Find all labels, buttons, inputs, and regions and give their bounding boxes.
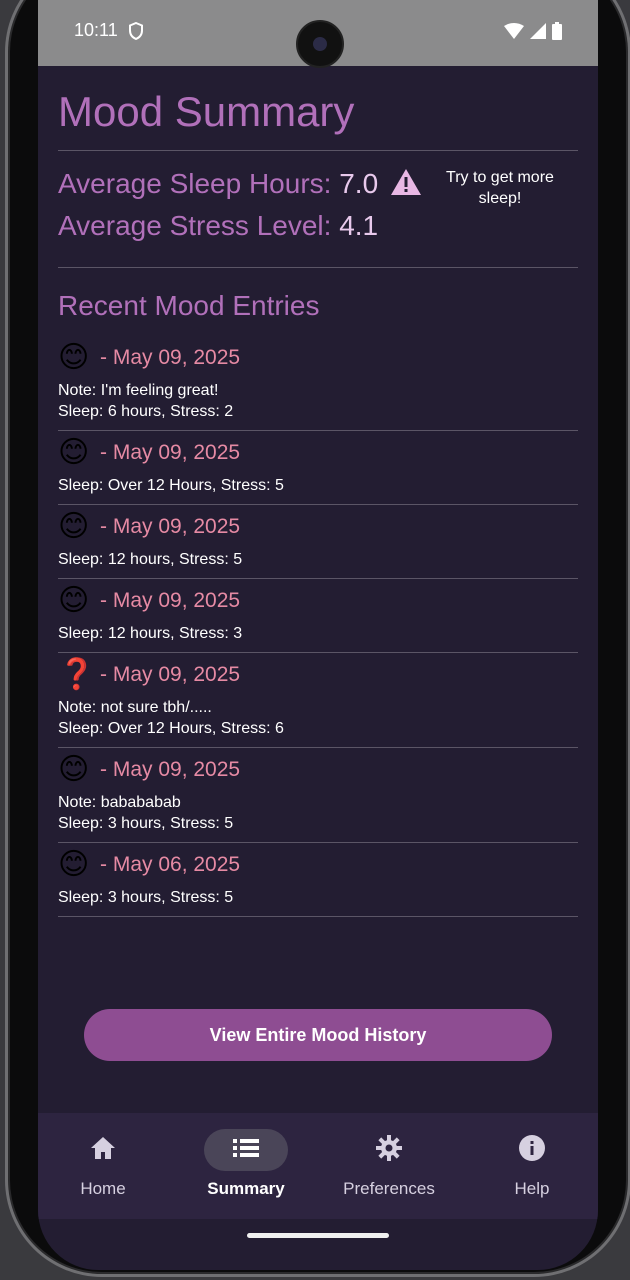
entry-date: - May 09, 2025 (100, 758, 241, 781)
avg-stress-value: 4.1 (339, 210, 379, 241)
entry-details: Sleep: 12 hours, Stress: 3 (58, 625, 243, 642)
avg-stress-label: Average Stress Level: (58, 210, 332, 241)
smile-emoji-icon: 😊 (58, 341, 90, 374)
avg-sleep-value: 7.0 (339, 168, 379, 199)
nav-label: Home (80, 1179, 126, 1198)
gear-icon (376, 1134, 402, 1166)
nav-label: Summary (207, 1179, 285, 1198)
entry-note: Note: babababab (58, 794, 181, 811)
entry-details: Sleep: 12 hours, Stress: 5 (58, 551, 243, 568)
entry-details: Sleep: 3 hours, Stress: 5 (58, 889, 234, 906)
mood-entry[interactable]: 😊 - May 09, 2025 Sleep: 12 hours, Stress… (58, 579, 578, 653)
entry-date: - May 09, 2025 (100, 441, 241, 464)
entry-details: Sleep: 6 hours, Stress: 2 (58, 403, 234, 420)
smile-emoji-icon: 😊 (58, 510, 90, 543)
entry-date: - May 09, 2025 (100, 589, 241, 612)
entry-note: Note: I'm feeling great! (58, 382, 219, 399)
mood-entry[interactable]: 😊 - May 09, 2025 Sleep: Over 12 Hours, S… (58, 431, 578, 505)
mood-entry[interactable]: 😊 - May 09, 2025 Note: I'm feeling great… (58, 336, 578, 431)
entry-details: Sleep: 3 hours, Stress: 5 (58, 815, 234, 832)
recent-entries-title: Recent Mood Entries (58, 290, 320, 321)
entry-details: Sleep: Over 12 Hours, Stress: 6 (58, 720, 284, 737)
avg-sleep-label: Average Sleep Hours: (58, 168, 332, 199)
nav-item-preferences[interactable]: Preferences (324, 1129, 454, 1209)
nav-item-summary[interactable]: Summary (181, 1129, 311, 1209)
home-gesture-bar[interactable] (247, 1233, 389, 1238)
mood-entry[interactable]: 😊 - May 09, 2025 Note: babababab Sleep: … (58, 748, 578, 843)
divider (58, 267, 578, 268)
smile-emoji-icon: 😊 (58, 848, 90, 881)
nav-label: Help (514, 1179, 550, 1198)
front-camera (296, 20, 344, 68)
entry-date: - May 06, 2025 (100, 853, 241, 876)
question-mark-icon: ❓ (58, 658, 96, 691)
smile-emoji-icon: 😊 (58, 436, 90, 469)
mood-entry[interactable]: ❓ - May 09, 2025 Note: not sure tbh/....… (58, 653, 578, 748)
bottom-nav: Home Summary Preferences Help (38, 1113, 598, 1219)
nav-item-help[interactable]: Help (467, 1129, 597, 1209)
signal-icon (530, 23, 546, 44)
mood-entry[interactable]: 😊 - May 06, 2025 Sleep: 3 hours, Stress:… (58, 843, 578, 917)
nav-item-home[interactable]: Home (38, 1129, 168, 1209)
nav-label: Preferences (343, 1179, 435, 1198)
info-icon (518, 1134, 546, 1167)
entry-date: - May 09, 2025 (100, 663, 241, 686)
view-history-button[interactable]: View Entire Mood History (84, 1009, 552, 1061)
sleep-tip: Try to get more sleep! (446, 169, 554, 207)
home-icon (90, 1136, 116, 1165)
entry-note: Note: not sure tbh/..... (58, 699, 212, 716)
mood-entry[interactable]: 😊 - May 09, 2025 Sleep: 12 hours, Stress… (58, 505, 578, 579)
entry-details: Sleep: Over 12 Hours, Stress: 5 (58, 477, 284, 494)
smile-emoji-icon: 😊 (58, 584, 90, 617)
avg-sleep-row: Average Sleep Hours: 7.0 (58, 168, 378, 200)
entry-date: - May 09, 2025 (100, 346, 241, 369)
list-icon (233, 1138, 259, 1163)
warning-icon (390, 168, 422, 201)
screen: 10:11 Mood Summary Average Sleep Hours: … (38, 0, 598, 1270)
shield-icon (128, 21, 144, 45)
wifi-icon (504, 23, 524, 44)
smile-emoji-icon: 😊 (58, 753, 90, 786)
avg-stress-row: Average Stress Level: 4.1 (58, 210, 378, 242)
status-time: 10:11 (74, 20, 118, 40)
page-title: Mood Summary (58, 88, 355, 135)
divider (58, 150, 578, 151)
mood-entry-list: 😊 - May 09, 2025 Note: I'm feeling great… (58, 336, 578, 917)
entry-date: - May 09, 2025 (100, 515, 241, 538)
battery-icon (552, 22, 562, 45)
